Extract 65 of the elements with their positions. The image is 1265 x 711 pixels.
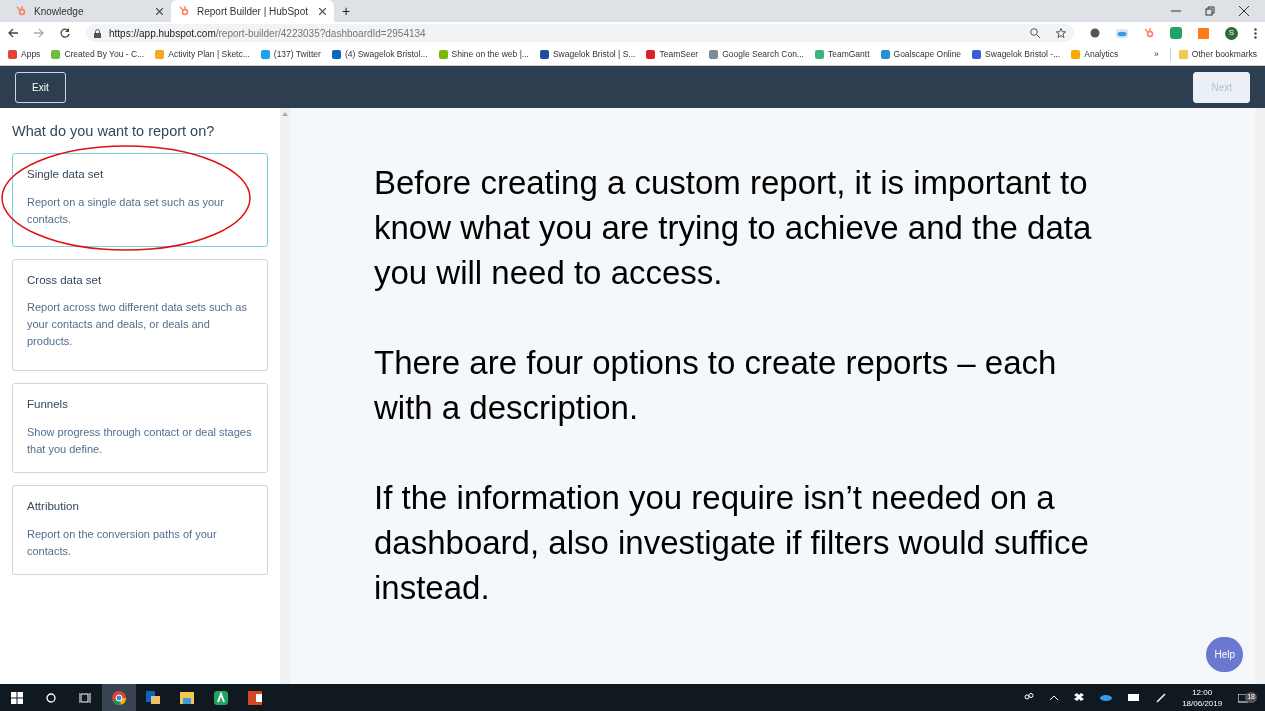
bookmark-link[interactable]: TeamSeer [646,48,699,61]
help-button[interactable]: Help [1206,637,1243,672]
browser-tab[interactable]: Report Builder | HubSpot [171,0,334,22]
folder-icon [1178,50,1188,59]
option-description: Report on a single data set such as your contacts. [27,194,225,227]
back-icon[interactable] [8,28,18,38]
option-description: Report across two different data sets such as your contacts and deals, or deals and products. [27,300,248,350]
bookmark-link[interactable]: Apps [8,48,41,61]
bookmark-link[interactable]: Analytics [1071,48,1119,61]
folder-icon[interactable] [180,691,194,704]
option-title: Single data set [27,167,105,182]
body-paragraph: There are four options to create reports – each with a description. [374,343,1058,428]
extension-icon[interactable] [1090,28,1100,38]
close-icon[interactable] [319,8,326,16]
task-view-icon[interactable] [79,692,91,703]
option-card[interactable]: Single data set Report on a single data set such as your contacts. [12,152,268,247]
slides-icon[interactable] [248,690,262,705]
chrome-icon[interactable] [112,690,126,705]
section-heading: What do you want to report on? [12,122,216,141]
profile-avatar[interactable]: S [1225,26,1238,40]
app-icon[interactable] [214,690,228,705]
option-title: Cross data set [27,273,103,288]
scrollbar[interactable] [1255,108,1265,684]
search-icon[interactable] [46,692,56,703]
option-card[interactable]: Attribution Report on the conversion paths of your contacts. [12,485,268,576]
bookmark-link[interactable]: TeamGantt [814,48,870,61]
bookmark-link[interactable]: Activity Plan | Sketc... [155,48,250,61]
more-bookmarks[interactable]: » [1154,48,1159,61]
reload-icon[interactable] [60,28,70,38]
bookmark-link[interactable]: Goalscape Online [880,48,962,61]
bookmark-link[interactable]: Created By You - C... [51,48,145,61]
option-title: Funnels [27,398,69,413]
bookmark-link[interactable]: Google Search Con... [709,48,804,61]
sprocket-icon[interactable] [1144,28,1154,38]
close-icon[interactable] [156,8,163,16]
scrollbar[interactable] [280,108,290,684]
option-description: Report on the conversion paths of your contacts. [27,527,218,560]
body-paragraph: Before creating a custom report, it is important to know what you are trying to achieve and the data you will need to access. [374,163,1093,293]
lock-icon [94,28,101,38]
zoom-icon[interactable] [1030,28,1040,38]
option-card[interactable]: Cross data set Report across two different data sets such as your contacts and deals, or deals and products. [12,258,268,372]
windows-start-icon[interactable] [11,691,23,704]
browser-tab[interactable]: Knowledge [8,0,171,22]
bookmark-link[interactable]: Swagelok Bristol | S... [539,48,636,61]
bookmark-link[interactable]: (4) Swagelok Bristol... [331,48,428,61]
chevron-up-icon[interactable] [1050,695,1059,700]
star-icon[interactable] [1056,28,1066,38]
restore-icon[interactable] [1205,6,1215,16]
option-title: Attribution [27,500,80,515]
bookmark-link[interactable]: Shine on the web |... [438,48,529,61]
menu-icon[interactable] [1254,27,1257,39]
mail-icon[interactable] [146,690,160,705]
bookmark-link[interactable]: Other bookmarks [1169,48,1257,61]
bookmark-link[interactable]: (137) Twitter [260,48,321,61]
close-icon[interactable] [1239,6,1249,16]
bookmark-link[interactable]: Swagelok Bristol -... [972,48,1061,61]
sprocket-icon [16,6,26,16]
option-description: Show progress through contact or deal stages that you define. [27,425,253,458]
new-tab-button[interactable]: + [342,4,351,18]
clock[interactable]: 12:00 18/06/2019 [1182,686,1223,709]
sprocket-icon [179,6,189,16]
body-paragraph: If the information you require isn’t needed on a dashboard, also investigate if filters would suffice instead. [374,478,1090,608]
exit-button[interactable]: Exit [15,71,66,103]
address-bar[interactable]: https://app.hubspot.com/report-builder/4223035?dashboardId=2954134 [86,24,1074,42]
option-card[interactable]: Funnels Show progress through contact or deal stages that you define. [12,383,268,474]
